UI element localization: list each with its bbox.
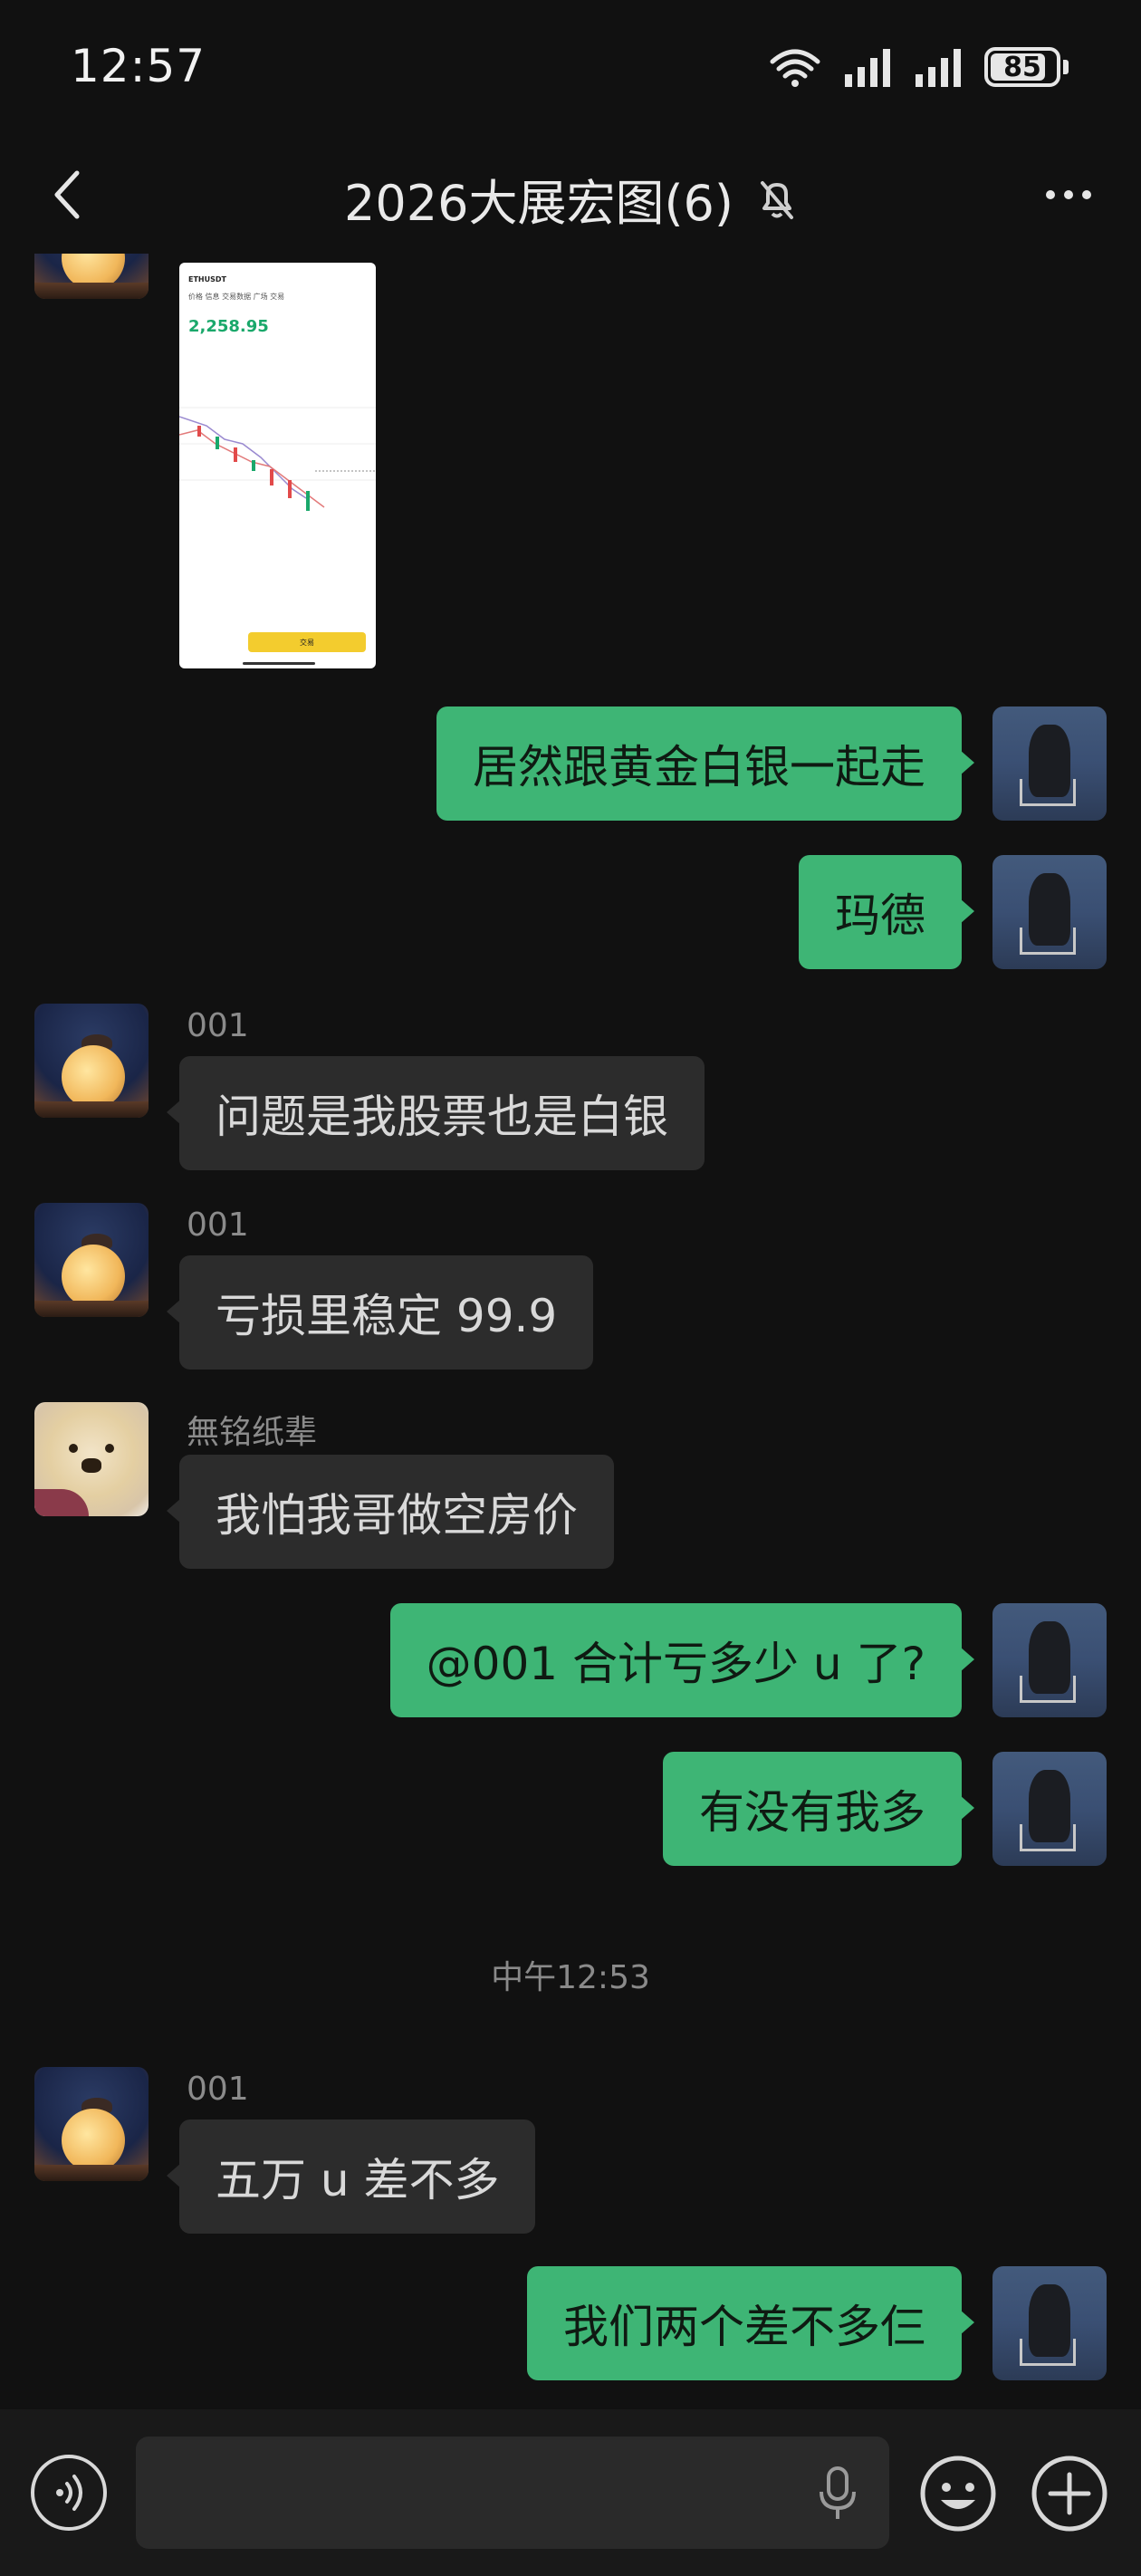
message-bubble[interactable]: 五万 u 差不多 bbox=[166, 2119, 536, 2234]
battery-body: 85 bbox=[984, 47, 1060, 87]
my-avatar[interactable] bbox=[992, 855, 1107, 969]
plus-button[interactable] bbox=[1031, 2455, 1108, 2533]
status-time: 12:57 bbox=[71, 40, 206, 92]
my-avatar[interactable] bbox=[992, 1752, 1107, 1866]
message-text: 问题是我股票也是白银 bbox=[216, 1091, 668, 1143]
message-text: 我们两个差不多仨 bbox=[563, 2301, 925, 2353]
voice-button[interactable] bbox=[31, 2455, 107, 2531]
message-bubble[interactable]: 我们两个差不多仨 bbox=[527, 2266, 974, 2380]
message-bubble[interactable]: 有没有我多 bbox=[663, 1752, 974, 1866]
chat-header: 2026大展宏图(6) bbox=[0, 136, 1141, 254]
message-text: 有没有我多 bbox=[699, 1786, 925, 1839]
message-text: 五万 u 差不多 bbox=[216, 2154, 500, 2206]
message-text: 玛德 bbox=[835, 889, 925, 942]
voice-icon bbox=[56, 2475, 82, 2511]
mic-button[interactable] bbox=[806, 2462, 869, 2525]
more-button[interactable] bbox=[1032, 163, 1105, 226]
input-bar bbox=[0, 2409, 1141, 2576]
image-trade-button: 交易 bbox=[248, 632, 366, 652]
more-icon bbox=[1046, 190, 1055, 199]
mic-icon bbox=[820, 2466, 856, 2519]
image-price: 2,258.95 bbox=[188, 317, 269, 336]
chat-title: 2026大展宏图(6) bbox=[344, 175, 734, 232]
battery-percent: 85 bbox=[1003, 51, 1041, 83]
sender-name: 無铭纸辈 bbox=[187, 1414, 318, 1451]
sender-name: 001 bbox=[187, 2071, 249, 2108]
emoji-icon bbox=[920, 2456, 996, 2532]
message-bubble[interactable]: 问题是我股票也是白银 bbox=[167, 1056, 705, 1170]
sender-name: 001 bbox=[187, 1206, 249, 1244]
image-message[interactable]: ETHUSDT 价格 信息 交易数据 广场 交易 2,258.95 交易 bbox=[179, 263, 376, 668]
message-text: 居然跟黄金白银一起走 bbox=[473, 741, 925, 793]
mute-bell-icon bbox=[760, 180, 793, 219]
sender-name: 001 bbox=[187, 1007, 249, 1044]
signal-icon bbox=[845, 49, 890, 87]
message-text: 亏损里稳定 99.9 bbox=[216, 1290, 558, 1342]
status-icons: 85 bbox=[767, 45, 1069, 89]
message-list[interactable]: ETHUSDT 价格 信息 交易数据 广场 交易 2,258.95 交易 居然跟… bbox=[0, 254, 1141, 2409]
signal-icon bbox=[916, 49, 961, 87]
wifi-icon bbox=[770, 49, 820, 87]
message-input[interactable] bbox=[136, 2437, 889, 2549]
my-avatar[interactable] bbox=[992, 1603, 1107, 1717]
status-bar: 12:57 85 bbox=[0, 0, 1141, 136]
avatar[interactable] bbox=[34, 2067, 149, 2181]
image-tabs: 价格 信息 交易数据 广场 交易 bbox=[188, 293, 285, 301]
image-chart bbox=[179, 407, 376, 511]
message-bubble[interactable]: @001 合计亏多少 u 了? bbox=[389, 1603, 975, 1717]
battery-icon: 85 bbox=[984, 47, 1069, 87]
plus-icon bbox=[1031, 2456, 1107, 2532]
message-bubble[interactable]: 居然跟黄金白银一起走 bbox=[436, 706, 974, 821]
message-bubble[interactable]: 玛德 bbox=[799, 855, 974, 969]
my-avatar[interactable] bbox=[992, 2266, 1107, 2380]
message-bubble[interactable]: 亏损里稳定 99.9 bbox=[166, 1255, 594, 1370]
emoji-button[interactable] bbox=[919, 2455, 997, 2533]
avatar[interactable] bbox=[34, 1402, 149, 1516]
message-bubble[interactable]: 我怕我哥做空房价 bbox=[167, 1455, 614, 1569]
avatar[interactable] bbox=[34, 1004, 149, 1118]
my-avatar[interactable] bbox=[992, 706, 1107, 821]
message-text: 我怕我哥做空房价 bbox=[216, 1489, 578, 1542]
battery-cap bbox=[1063, 60, 1069, 74]
image-pair: ETHUSDT bbox=[188, 275, 226, 284]
avatar[interactable] bbox=[34, 1203, 149, 1317]
message-text: @001 合计亏多少 u 了? bbox=[426, 1638, 925, 1690]
timestamp: 中午12:53 bbox=[491, 1959, 650, 1996]
avatar[interactable] bbox=[34, 254, 149, 299]
